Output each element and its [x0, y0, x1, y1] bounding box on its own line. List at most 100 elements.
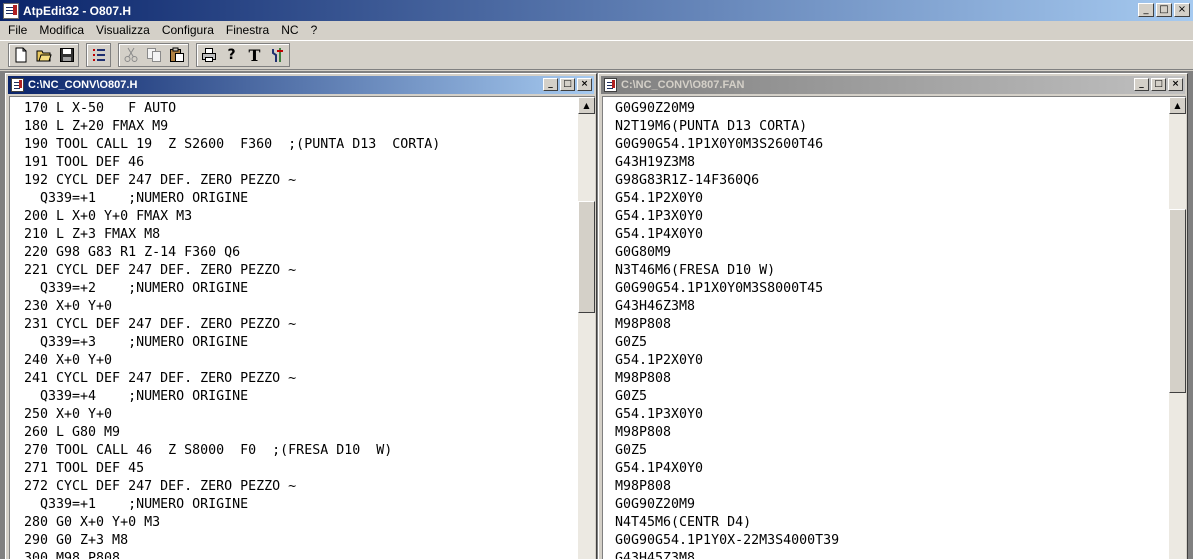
- scrollbar-right[interactable]: ▲: [1169, 97, 1186, 559]
- code-line[interactable]: G54.1P4X0Y0: [615, 226, 1169, 244]
- menu-finestra[interactable]: Finestra: [220, 21, 275, 40]
- code-line[interactable]: 231 CYCL DEF 247 DEF. ZERO PEZZO ~: [24, 316, 578, 334]
- app-icon[interactable]: [3, 2, 19, 19]
- code-line[interactable]: G0G90G54.1P1X0Y0M3S2600T46: [615, 136, 1169, 154]
- code-line[interactable]: 290 G0 Z+3 M8: [24, 532, 578, 550]
- close-button[interactable]: ×: [1174, 3, 1190, 17]
- toolbar-group-file: [8, 43, 79, 67]
- help-button[interactable]: ?: [220, 44, 243, 66]
- code-line[interactable]: 170 L X-50 F AUTO: [24, 100, 578, 118]
- editor-window-right[interactable]: C:\NC_CONV\O807.FAN _ □ × G0G90Z20M9 N2T1…: [598, 73, 1188, 559]
- code-line[interactable]: 210 L Z+3 FMAX M8: [24, 226, 578, 244]
- maximize-button[interactable]: □: [1151, 78, 1166, 91]
- code-line[interactable]: N2T19M6(PUNTA D13 CORTA): [615, 118, 1169, 136]
- code-line[interactable]: G0Z5: [615, 334, 1169, 352]
- editor-window-left[interactable]: C:\NC_CONV\O807.H _ □ × 170 L X-50 F AUT…: [5, 73, 597, 559]
- code-line[interactable]: 241 CYCL DEF 247 DEF. ZERO PEZZO ~: [24, 370, 578, 388]
- minimize-button[interactable]: _: [1134, 78, 1149, 91]
- code-line[interactable]: Q339=+3 ;NUMERO ORIGINE: [24, 334, 578, 352]
- code-line[interactable]: N4T45M6(CENTR D4): [615, 514, 1169, 532]
- code-line[interactable]: 191 TOOL DEF 46: [24, 154, 578, 172]
- tools-button[interactable]: [266, 44, 289, 66]
- menu-configura[interactable]: Configura: [156, 21, 220, 40]
- save-button[interactable]: [55, 44, 78, 66]
- code-line[interactable]: Q339=+4 ;NUMERO ORIGINE: [24, 388, 578, 406]
- code-line[interactable]: G0G90G54.1P1Y0X-22M3S4000T39: [615, 532, 1169, 550]
- code-line[interactable]: G0G90G54.1P1X0Y0M3S8000T45: [615, 280, 1169, 298]
- scroll-up-button[interactable]: ▲: [1169, 97, 1186, 114]
- maximize-button[interactable]: □: [1156, 3, 1172, 17]
- toolbar-group-tools: ? T: [196, 43, 290, 67]
- code-line[interactable]: 260 L G80 M9: [24, 424, 578, 442]
- code-line[interactable]: M98P808: [615, 370, 1169, 388]
- code-line[interactable]: G43H45Z3M8: [615, 550, 1169, 559]
- code-line[interactable]: M98P808: [615, 424, 1169, 442]
- code-line[interactable]: G54.1P2X0Y0: [615, 190, 1169, 208]
- code-line[interactable]: 220 G98 G83 R1 Z-14 F360 Q6: [24, 244, 578, 262]
- code-line[interactable]: Q339=+1 ;NUMERO ORIGINE: [24, 496, 578, 514]
- code-line[interactable]: 270 TOOL CALL 46 Z S8000 F0 ;(FRESA D10 …: [24, 442, 578, 460]
- code-line[interactable]: G98G83R1Z-14F360Q6: [615, 172, 1169, 190]
- scroll-thumb[interactable]: [1169, 209, 1186, 393]
- close-icon: ×: [1177, 4, 1187, 15]
- code-line[interactable]: G0G90Z20M9: [615, 496, 1169, 514]
- code-line[interactable]: 300 M98 P808: [24, 550, 578, 559]
- code-line[interactable]: G43H19Z3M8: [615, 154, 1169, 172]
- code-line[interactable]: 250 X+0 Y+0: [24, 406, 578, 424]
- menu-file[interactable]: File: [2, 21, 33, 40]
- open-folder-button[interactable]: [32, 44, 55, 66]
- minimize-button[interactable]: _: [1138, 3, 1154, 17]
- scrollbar-left[interactable]: ▲: [578, 97, 595, 559]
- scroll-thumb[interactable]: [578, 201, 595, 313]
- menu-help[interactable]: ?: [305, 21, 324, 40]
- editor-window-right-title-bar[interactable]: C:\NC_CONV\O807.FAN _ □ ×: [601, 76, 1185, 94]
- print-button[interactable]: [197, 44, 220, 66]
- code-line[interactable]: 230 X+0 Y+0: [24, 298, 578, 316]
- code-line[interactable]: 192 CYCL DEF 247 DEF. ZERO PEZZO ~: [24, 172, 578, 190]
- code-area-right[interactable]: G0G90Z20M9 N2T19M6(PUNTA D13 CORTA) G0G90G…: [603, 97, 1169, 559]
- code-line[interactable]: 240 X+0 Y+0: [24, 352, 578, 370]
- copy-button[interactable]: [142, 44, 165, 66]
- editor-right[interactable]: G0G90Z20M9 N2T19M6(PUNTA D13 CORTA) G0G90G…: [602, 96, 1186, 559]
- editor-left[interactable]: 170 L X-50 F AUTO 180 L Z+20 FMAX M9 190 T…: [9, 96, 595, 559]
- code-line[interactable]: M98P808: [615, 478, 1169, 496]
- code-line[interactable]: G43H46Z3M8: [615, 298, 1169, 316]
- code-line[interactable]: G54.1P2X0Y0: [615, 352, 1169, 370]
- code-line[interactable]: G54.1P3X0Y0: [615, 208, 1169, 226]
- code-line[interactable]: 200 L X+0 Y+0 FMAX M3: [24, 208, 578, 226]
- code-line[interactable]: Q339=+1 ;NUMERO ORIGINE: [24, 190, 578, 208]
- app-title-bar[interactable]: AtpEdit32 - O807.H _ □ ×: [0, 0, 1193, 21]
- code-line[interactable]: 280 G0 X+0 Y+0 M3: [24, 514, 578, 532]
- text-tool-button[interactable]: T: [243, 44, 266, 66]
- close-button[interactable]: ×: [577, 78, 592, 91]
- numbered-list-button[interactable]: [87, 44, 110, 66]
- code-area-left[interactable]: 170 L X-50 F AUTO 180 L Z+20 FMAX M9 190 T…: [10, 97, 578, 559]
- code-line[interactable]: G0Z5: [615, 442, 1169, 460]
- toolbar: ? T: [0, 40, 1193, 70]
- code-line[interactable]: G54.1P4X0Y0: [615, 460, 1169, 478]
- close-button[interactable]: ×: [1168, 78, 1183, 91]
- scroll-up-button[interactable]: ▲: [578, 97, 595, 114]
- menu-nc[interactable]: NC: [275, 21, 304, 40]
- code-line[interactable]: G0G80M9: [615, 244, 1169, 262]
- minimize-button[interactable]: _: [543, 78, 558, 91]
- code-line[interactable]: 180 L Z+20 FMAX M9: [24, 118, 578, 136]
- save-icon: [59, 48, 74, 62]
- menu-visualizza[interactable]: Visualizza: [90, 21, 156, 40]
- code-line[interactable]: G0G90Z20M9: [615, 100, 1169, 118]
- code-line[interactable]: 190 TOOL CALL 19 Z S2600 F360 ;(PUNTA D1…: [24, 136, 578, 154]
- code-line[interactable]: M98P808: [615, 316, 1169, 334]
- code-line[interactable]: N3T46M6(FRESA D10 W): [615, 262, 1169, 280]
- code-line[interactable]: 272 CYCL DEF 247 DEF. ZERO PEZZO ~: [24, 478, 578, 496]
- new-file-button[interactable]: [9, 44, 32, 66]
- maximize-button[interactable]: □: [560, 78, 575, 91]
- editor-window-left-title-bar[interactable]: C:\NC_CONV\O807.H _ □ ×: [8, 76, 594, 94]
- code-line[interactable]: Q339=+2 ;NUMERO ORIGINE: [24, 280, 578, 298]
- paste-button[interactable]: [165, 44, 188, 66]
- code-line[interactable]: 221 CYCL DEF 247 DEF. ZERO PEZZO ~: [24, 262, 578, 280]
- code-line[interactable]: G54.1P3X0Y0: [615, 406, 1169, 424]
- code-line[interactable]: G0Z5: [615, 388, 1169, 406]
- code-line[interactable]: 271 TOOL DEF 45: [24, 460, 578, 478]
- cut-button[interactable]: [119, 44, 142, 66]
- menu-modifica[interactable]: Modifica: [33, 21, 90, 40]
